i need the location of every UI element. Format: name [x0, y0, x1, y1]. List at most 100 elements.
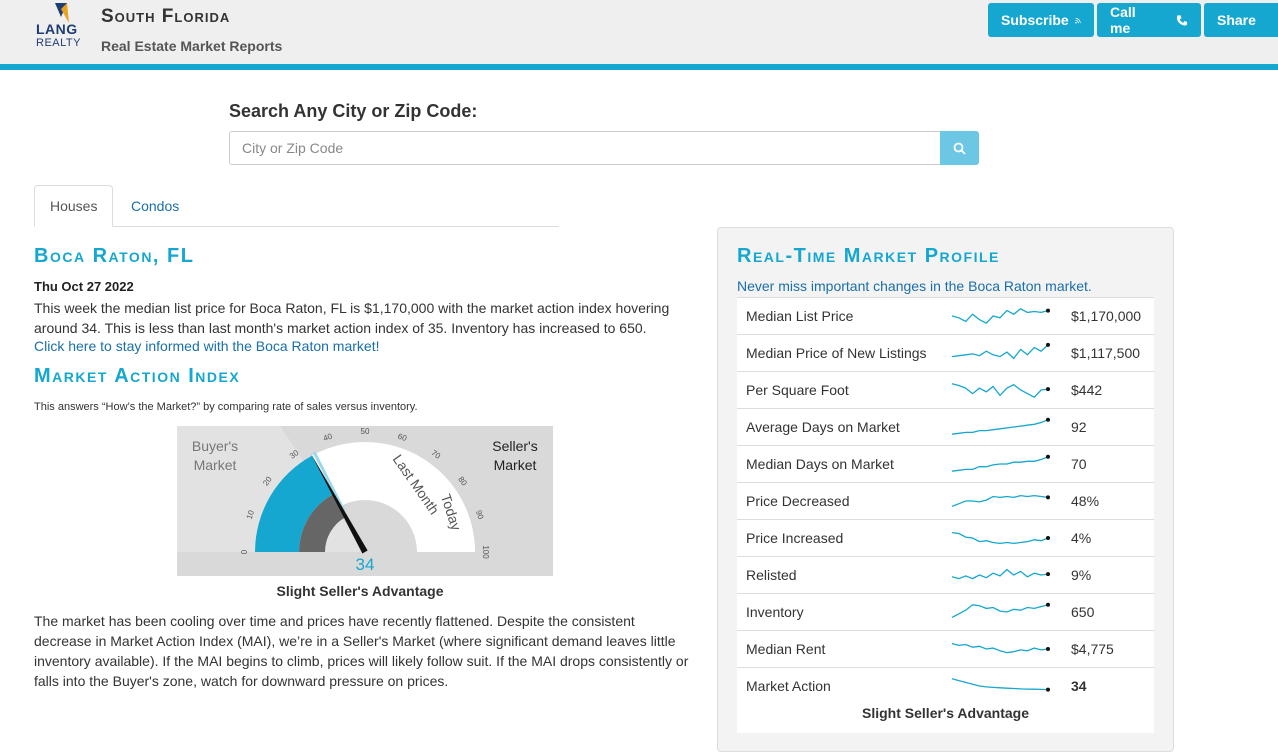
profile-row-value: $1,170,000 [1071, 308, 1142, 324]
profile-row-label: Price Increased [746, 530, 844, 546]
profile-row: Relisted 9% [737, 556, 1154, 593]
logo-lang-text: LANG [36, 21, 78, 37]
profile-row-value: 48% [1071, 493, 1100, 509]
sparkline-endpoint [1046, 572, 1050, 577]
sparkline-path [951, 344, 1049, 360]
profile-subtitle-link[interactable]: Never miss important changes in the Boca… [737, 278, 1092, 294]
profile-row-value: $4,775 [1071, 641, 1114, 657]
sparkline-path [951, 642, 1049, 654]
profile-row-value: 650 [1071, 604, 1095, 620]
sparkline-path [951, 494, 1049, 508]
stay-informed-link[interactable]: Click here to stay informed with the Boc… [34, 338, 379, 354]
logo-mark-icon [55, 3, 69, 23]
profile-row-value: 4% [1071, 530, 1092, 546]
profile-row-value: 34 [1071, 678, 1087, 694]
header-accent-bar [0, 64, 1278, 70]
mai-description: This answers “How’s the Market?” by comp… [34, 401, 418, 413]
profile-row-value: 92 [1071, 419, 1087, 435]
profile-row-label: Median List Price [746, 308, 854, 324]
brand-subtitle: Real Estate Market Reports [101, 38, 283, 54]
profile-row: Price Decreased 48% [737, 482, 1154, 519]
profile-row-sparkline [951, 642, 1050, 654]
tab-condos[interactable]: Condos [116, 185, 194, 227]
sparkline-endpoint [1046, 387, 1050, 392]
profile-row-label: Median Rent [746, 641, 826, 657]
subscribe-button[interactable]: Subscribe [988, 3, 1094, 37]
sparkline-path [951, 604, 1049, 618]
search-button[interactable] [940, 131, 979, 165]
gauge-tick-label: 100 [481, 545, 490, 559]
profile-row: Price Increased 4% [737, 519, 1154, 556]
profile-row-label: Median Days on Market [746, 456, 894, 472]
profile-row-value: $1,117,500 [1071, 345, 1141, 361]
report-summary: This week the median list price for Boca… [34, 300, 670, 336]
lang-realty-logo[interactable]: LANG REALTY [36, 3, 86, 51]
brand-title: South Florida [101, 6, 231, 27]
profile-row-sparkline [951, 494, 1050, 508]
search-icon [953, 142, 966, 155]
gauge-tick-label: 0 [240, 549, 249, 554]
profile-row-label: Market Action [746, 678, 831, 694]
gauge-buyer-label-line1: Buyer's [192, 438, 238, 454]
sparkline-path [951, 308, 1049, 325]
profile-row-sparkline [951, 383, 1050, 399]
gauge-seller-label-line1: Seller's [492, 438, 537, 454]
sparkline-endpoint [1046, 342, 1050, 347]
sparkline-endpoint [1046, 454, 1050, 459]
share-label: Share [1217, 12, 1256, 28]
gauge-buyer-label-line2: Market [194, 457, 237, 473]
search-label: Search Any City or Zip Code: [229, 101, 478, 121]
call-me-button[interactable]: Call me [1097, 3, 1201, 37]
city-zip-search-input[interactable] [229, 131, 941, 165]
sparkline-path [951, 456, 1049, 472]
profile-row: Median Rent $4,775 [737, 630, 1154, 667]
profile-footer: Slight Seller's Advantage [862, 705, 1029, 721]
profile-row-label: Inventory [746, 604, 804, 620]
profile-table: Slight Seller's Advantage Median List Pr… [737, 297, 1154, 733]
sparkline-endpoint [1046, 495, 1050, 500]
mai-title: Market Action Index [34, 365, 241, 387]
profile-row-value: 70 [1071, 456, 1087, 472]
profile-row-sparkline [951, 454, 1050, 472]
profile-title: Real-Time Market Profile [737, 245, 1000, 267]
profile-row: Inventory 650 [737, 593, 1154, 630]
sparkline-endpoint [1046, 602, 1050, 607]
sparkline-endpoint [1046, 308, 1050, 313]
sparkline-endpoint [1046, 536, 1050, 540]
profile-row: Median Days on Market 70 [737, 445, 1154, 482]
logo-realty-text: REALTY [36, 37, 81, 49]
profile-row-sparkline [951, 531, 1050, 545]
city-title: Boca Raton, FL [34, 245, 195, 267]
profile-row: Per Square Foot $442 [737, 371, 1154, 408]
profile-row-label: Median Price of New Listings [746, 345, 927, 361]
profile-row-value: $442 [1071, 382, 1103, 398]
gauge-tick-label: 50 [361, 427, 370, 436]
subscribe-label: Subscribe [1001, 12, 1069, 28]
profile-row: Market Action 34 [737, 667, 1154, 704]
gauge-value: 34 [356, 555, 375, 574]
share-button[interactable]: Share [1204, 3, 1278, 37]
profile-row: Median List Price $1,170,000 [737, 297, 1154, 334]
tab-houses[interactable]: Houses [34, 185, 113, 227]
site-header: LANG REALTY South Florida Real Estate Ma… [0, 0, 1278, 64]
mai-paragraph: The market has been cooling over time an… [34, 613, 689, 689]
sparkline-endpoint [1046, 417, 1050, 422]
call-me-label: Call me [1110, 4, 1136, 36]
profile-row-sparkline [951, 342, 1050, 360]
sparkline-path [951, 531, 1049, 545]
profile-row-sparkline [951, 308, 1050, 325]
sparkline-endpoint [1046, 647, 1050, 651]
profile-row-sparkline [951, 602, 1050, 618]
gauge-caption: Slight Seller's Advantage [276, 583, 444, 599]
profile-row-sparkline [951, 568, 1050, 580]
phone-icon [1176, 14, 1188, 26]
profile-row-label: Average Days on Market [746, 419, 900, 435]
profile-row: Median Price of New Listings $1,117,500 [737, 334, 1154, 371]
sparkline-path [951, 678, 1049, 691]
sparkline-endpoint [1046, 687, 1050, 692]
sparkline-path [951, 568, 1049, 580]
profile-row-sparkline [951, 678, 1050, 692]
profile-row-label: Relisted [746, 567, 797, 583]
market-action-gauge: 0102030405060708090100 Last Month Today … [177, 426, 553, 576]
profile-row: Average Days on Market 92 [737, 408, 1154, 445]
